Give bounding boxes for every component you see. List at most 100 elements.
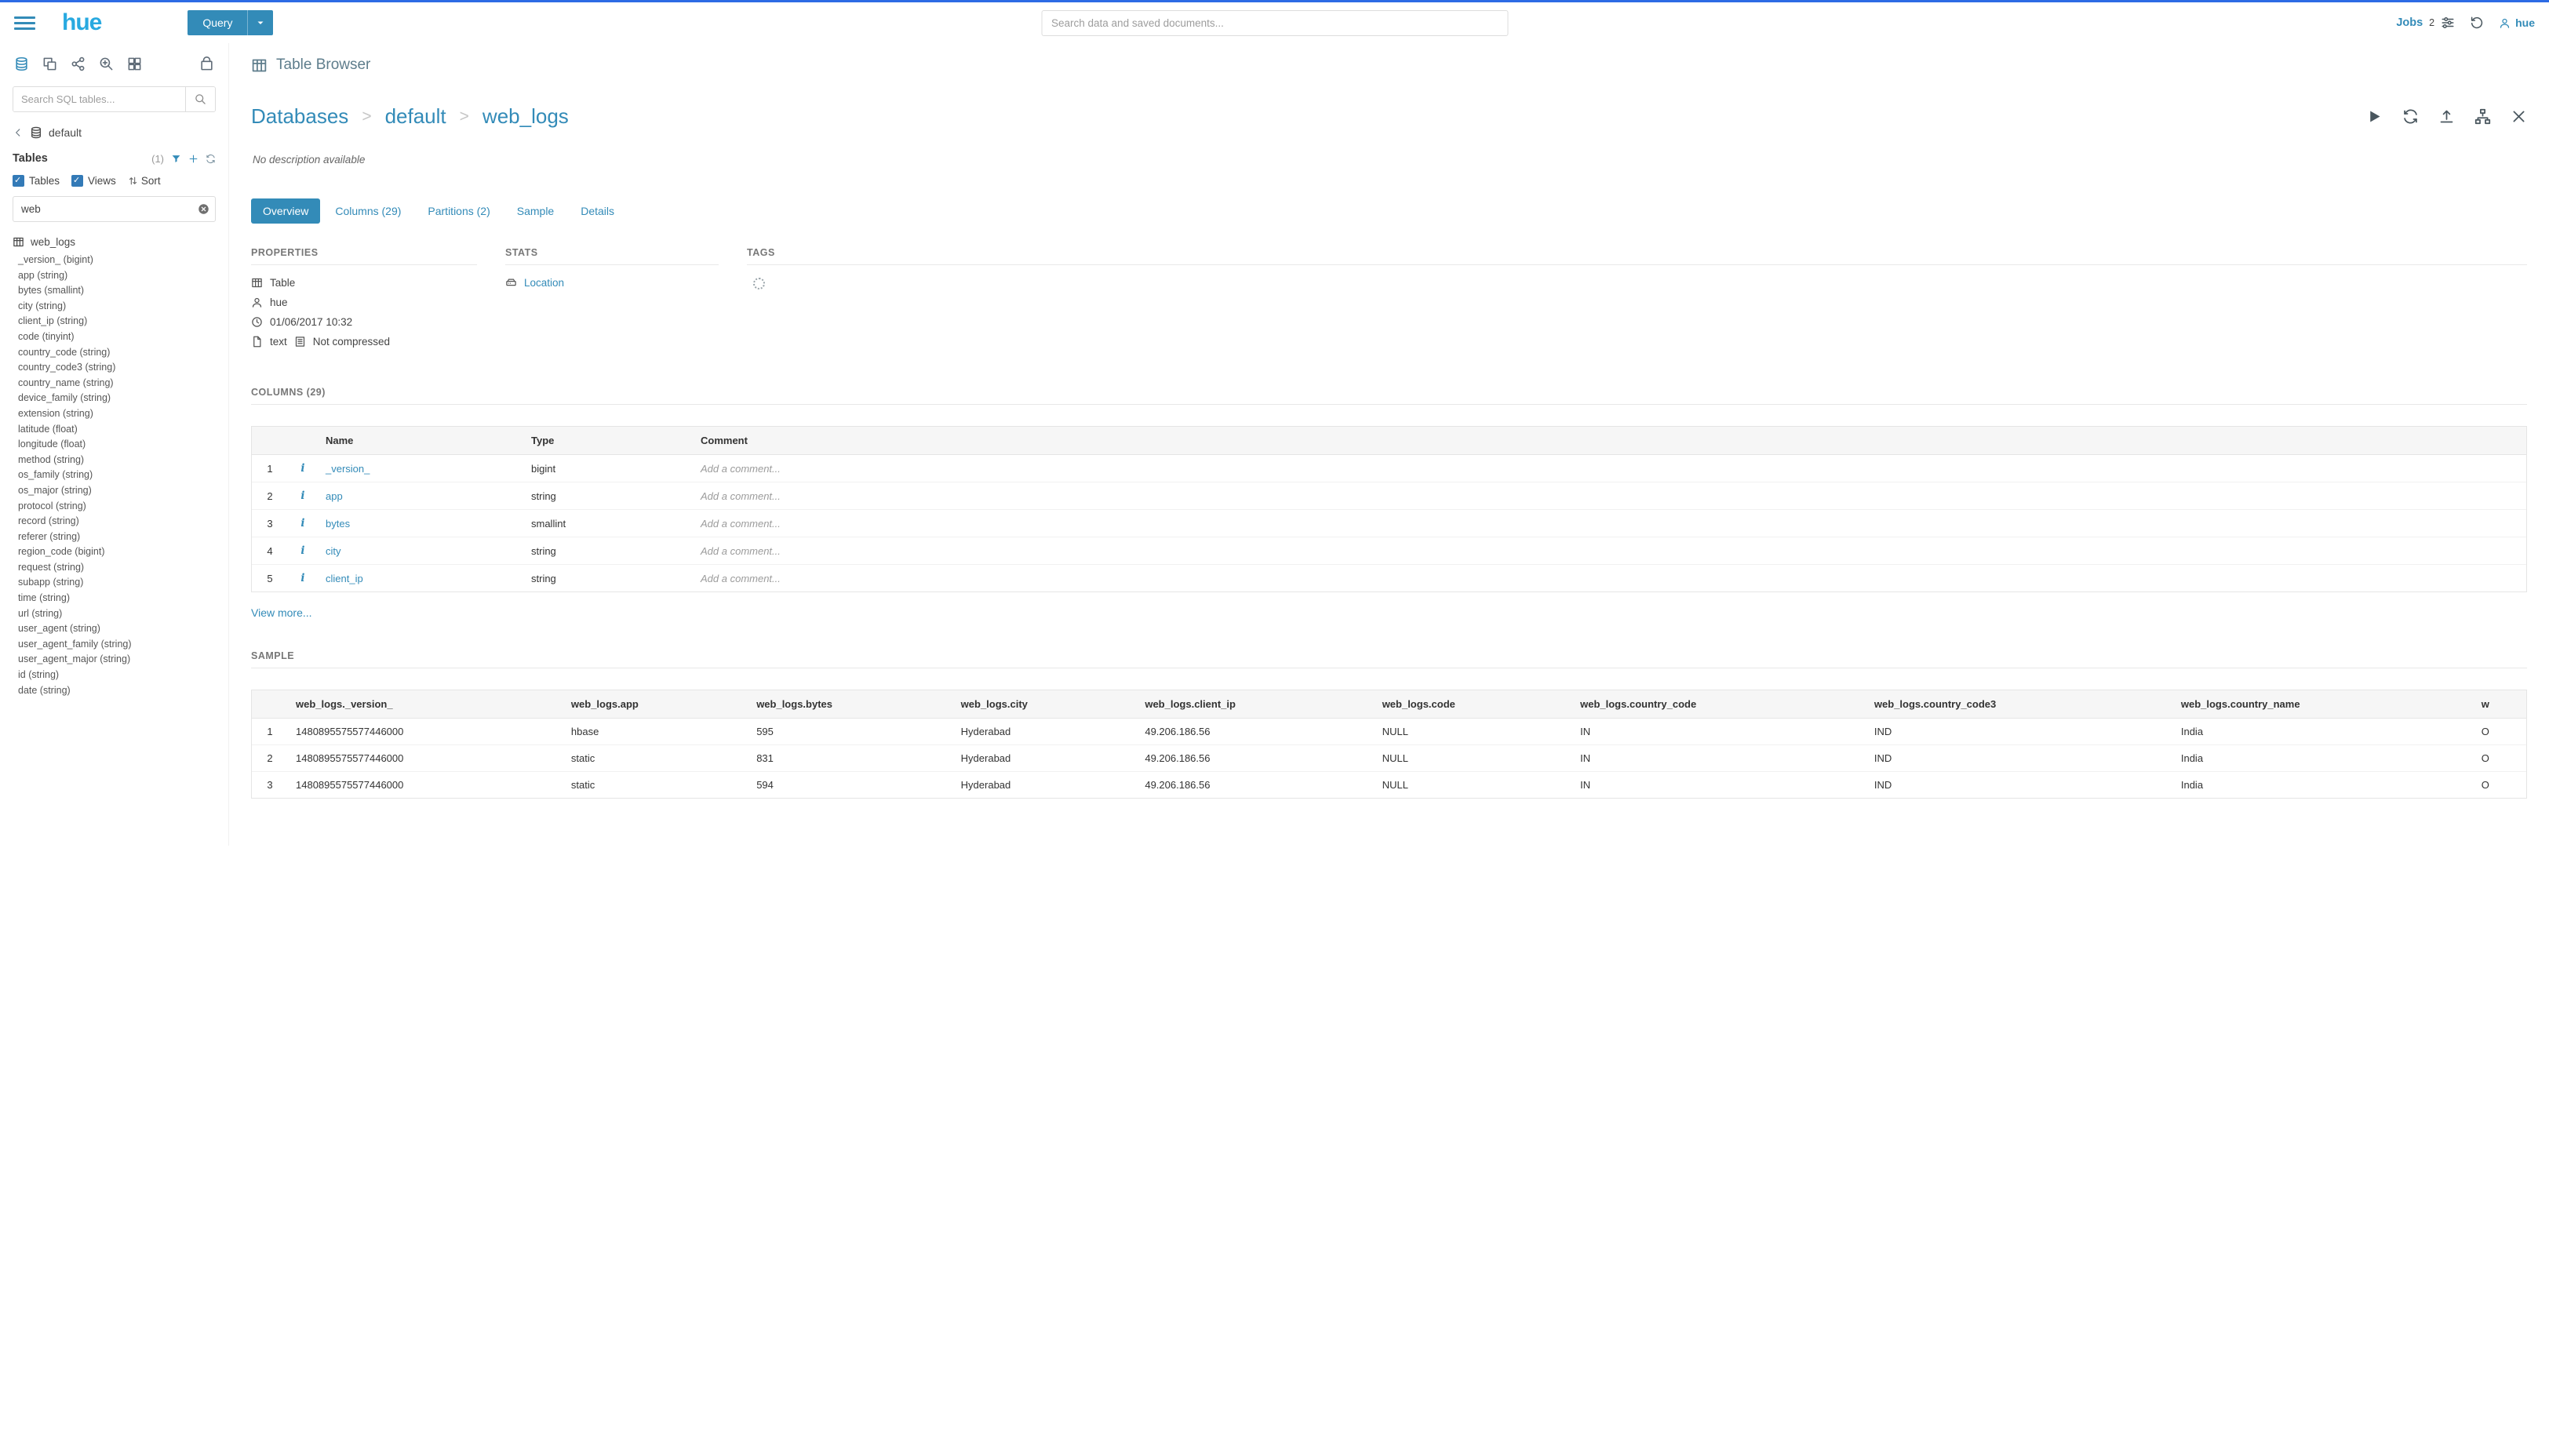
user-menu[interactable]: hue bbox=[2499, 16, 2535, 29]
tab-columns-29[interactable]: Columns (29) bbox=[323, 198, 413, 224]
sidebar-databases-icon[interactable] bbox=[14, 56, 29, 71]
column-comment[interactable]: Add a comment... bbox=[693, 510, 2526, 537]
jobs-settings-icon[interactable] bbox=[2441, 16, 2455, 30]
columns-table-header: Name bbox=[318, 427, 523, 455]
clear-icon[interactable] bbox=[198, 203, 209, 215]
column-name-link[interactable]: bytes bbox=[326, 518, 350, 530]
column-name-link[interactable]: app bbox=[326, 490, 343, 502]
close-icon[interactable] bbox=[2511, 108, 2527, 125]
tab-details[interactable]: Details bbox=[569, 198, 626, 224]
column-row: 4icitystringAdd a comment... bbox=[252, 537, 2526, 565]
column-list-item[interactable]: longitude (float) bbox=[18, 437, 220, 453]
column-list-item[interactable]: referer (string) bbox=[18, 530, 220, 545]
column-list-item[interactable]: request (string) bbox=[18, 560, 220, 576]
sidebar-icon-row bbox=[0, 46, 228, 82]
column-name-link[interactable]: city bbox=[326, 545, 341, 557]
column-list-item[interactable]: client_ip (string) bbox=[18, 314, 220, 329]
created-icon bbox=[251, 316, 263, 328]
sidebar-table-web-logs[interactable]: web_logs bbox=[13, 236, 216, 248]
checkbox-tables-box[interactable] bbox=[13, 175, 24, 187]
filter-icon[interactable] bbox=[171, 154, 181, 164]
breadcrumb-link[interactable]: web_logs bbox=[482, 104, 569, 129]
sort-control[interactable]: Sort bbox=[128, 175, 161, 187]
column-comment[interactable]: Add a comment... bbox=[693, 482, 2526, 510]
column-list-item[interactable]: bytes (smallint) bbox=[18, 283, 220, 299]
column-list-item[interactable]: code (tinyint) bbox=[18, 329, 220, 345]
checkbox-views[interactable]: Views bbox=[71, 175, 116, 187]
column-list-item[interactable]: os_major (string) bbox=[18, 483, 220, 499]
global-search-input[interactable] bbox=[1041, 10, 1508, 36]
info-icon[interactable]: i bbox=[300, 517, 304, 530]
tab-sample[interactable]: Sample bbox=[505, 198, 566, 224]
column-list-item[interactable]: country_code (string) bbox=[18, 345, 220, 361]
sample-table-wrap: web_logs._version_web_logs.appweb_logs.b… bbox=[251, 690, 2527, 799]
refresh-icon[interactable] bbox=[2402, 108, 2419, 125]
column-list-item[interactable]: extension (string) bbox=[18, 406, 220, 422]
jobs-link[interactable]: Jobs bbox=[2396, 16, 2423, 29]
column-list-item[interactable]: date (string) bbox=[18, 683, 220, 699]
column-list-item[interactable]: region_code (bigint) bbox=[18, 544, 220, 560]
tab-partitions-2[interactable]: Partitions (2) bbox=[416, 198, 501, 224]
info-icon[interactable]: i bbox=[300, 462, 304, 475]
back-icon[interactable] bbox=[13, 127, 24, 138]
view-more-link[interactable]: View more... bbox=[251, 606, 312, 619]
column-list-item[interactable]: city (string) bbox=[18, 299, 220, 315]
column-comment[interactable]: Add a comment... bbox=[693, 537, 2526, 565]
sidebar-columns-list: _version_ (bigint)app (string)bytes (sma… bbox=[0, 251, 228, 717]
sql-table-search-input[interactable] bbox=[13, 87, 185, 111]
database-name[interactable]: default bbox=[49, 126, 82, 139]
lineage-icon[interactable] bbox=[2474, 108, 2491, 125]
hamburger-menu-icon[interactable] bbox=[14, 12, 35, 35]
column-list-item[interactable]: subapp (string) bbox=[18, 575, 220, 591]
breadcrumb-link[interactable]: Databases bbox=[251, 104, 348, 129]
location-link[interactable]: Location bbox=[524, 277, 564, 289]
breadcrumb-link[interactable]: default bbox=[385, 104, 446, 129]
column-list-item[interactable]: record (string) bbox=[18, 514, 220, 530]
column-list-item[interactable]: user_agent_major (string) bbox=[18, 652, 220, 668]
column-list-item[interactable]: country_name (string) bbox=[18, 376, 220, 391]
info-icon[interactable]: i bbox=[300, 544, 304, 557]
refresh-icon[interactable] bbox=[206, 154, 216, 164]
sidebar-documents-icon[interactable] bbox=[42, 56, 57, 71]
column-name-link[interactable]: client_ip bbox=[326, 573, 363, 584]
column-name-link[interactable]: _version_ bbox=[326, 463, 370, 475]
sample-cell: India bbox=[2173, 745, 2474, 772]
info-icon[interactable]: i bbox=[300, 490, 304, 502]
sidebar-zoom-icon[interactable] bbox=[99, 56, 114, 71]
query-button[interactable]: Query bbox=[188, 10, 247, 35]
tab-overview[interactable]: Overview bbox=[251, 198, 320, 224]
column-list-item[interactable]: user_agent_family (string) bbox=[18, 637, 220, 653]
column-list-item[interactable]: id (string) bbox=[18, 668, 220, 683]
topbar: hue Query Jobs 2 hue bbox=[0, 2, 2549, 43]
sample-table-header: web_logs.country_code bbox=[1572, 690, 1866, 719]
execute-icon[interactable] bbox=[2366, 108, 2383, 125]
sample-table-header-row: web_logs._version_web_logs.appweb_logs.b… bbox=[252, 690, 2526, 719]
column-list-item[interactable]: method (string) bbox=[18, 453, 220, 468]
column-list-item[interactable]: country_code3 (string) bbox=[18, 360, 220, 376]
add-icon[interactable] bbox=[188, 154, 198, 164]
meta-row: PROPERTIES Table hue 01/06/2017 10:32 bbox=[251, 247, 2527, 355]
sidebar-importer-icon[interactable] bbox=[199, 56, 214, 71]
checkbox-views-box[interactable] bbox=[71, 175, 83, 187]
column-comment[interactable]: Add a comment... bbox=[693, 455, 2526, 482]
info-icon[interactable]: i bbox=[300, 572, 304, 584]
sql-table-search-icon[interactable] bbox=[185, 87, 215, 111]
column-list-item[interactable]: time (string) bbox=[18, 591, 220, 606]
column-list-item[interactable]: user_agent (string) bbox=[18, 621, 220, 637]
history-icon[interactable] bbox=[2470, 16, 2484, 30]
checkbox-tables[interactable]: Tables bbox=[13, 175, 60, 187]
table-filter-input[interactable] bbox=[13, 196, 216, 222]
hue-logo[interactable]: hue bbox=[62, 11, 101, 35]
column-list-item[interactable]: url (string) bbox=[18, 606, 220, 622]
column-list-item[interactable]: device_family (string) bbox=[18, 391, 220, 406]
query-caret-icon[interactable] bbox=[247, 10, 273, 35]
column-list-item[interactable]: protocol (string) bbox=[18, 499, 220, 515]
column-comment[interactable]: Add a comment... bbox=[693, 565, 2526, 592]
column-list-item[interactable]: os_family (string) bbox=[18, 468, 220, 483]
column-list-item[interactable]: _version_ (bigint) bbox=[18, 253, 220, 268]
sidebar-workflows-icon[interactable] bbox=[71, 56, 86, 71]
column-list-item[interactable]: latitude (float) bbox=[18, 422, 220, 438]
sidebar-apps-icon[interactable] bbox=[127, 56, 142, 71]
upload-icon[interactable] bbox=[2438, 108, 2455, 125]
column-list-item[interactable]: app (string) bbox=[18, 268, 220, 284]
